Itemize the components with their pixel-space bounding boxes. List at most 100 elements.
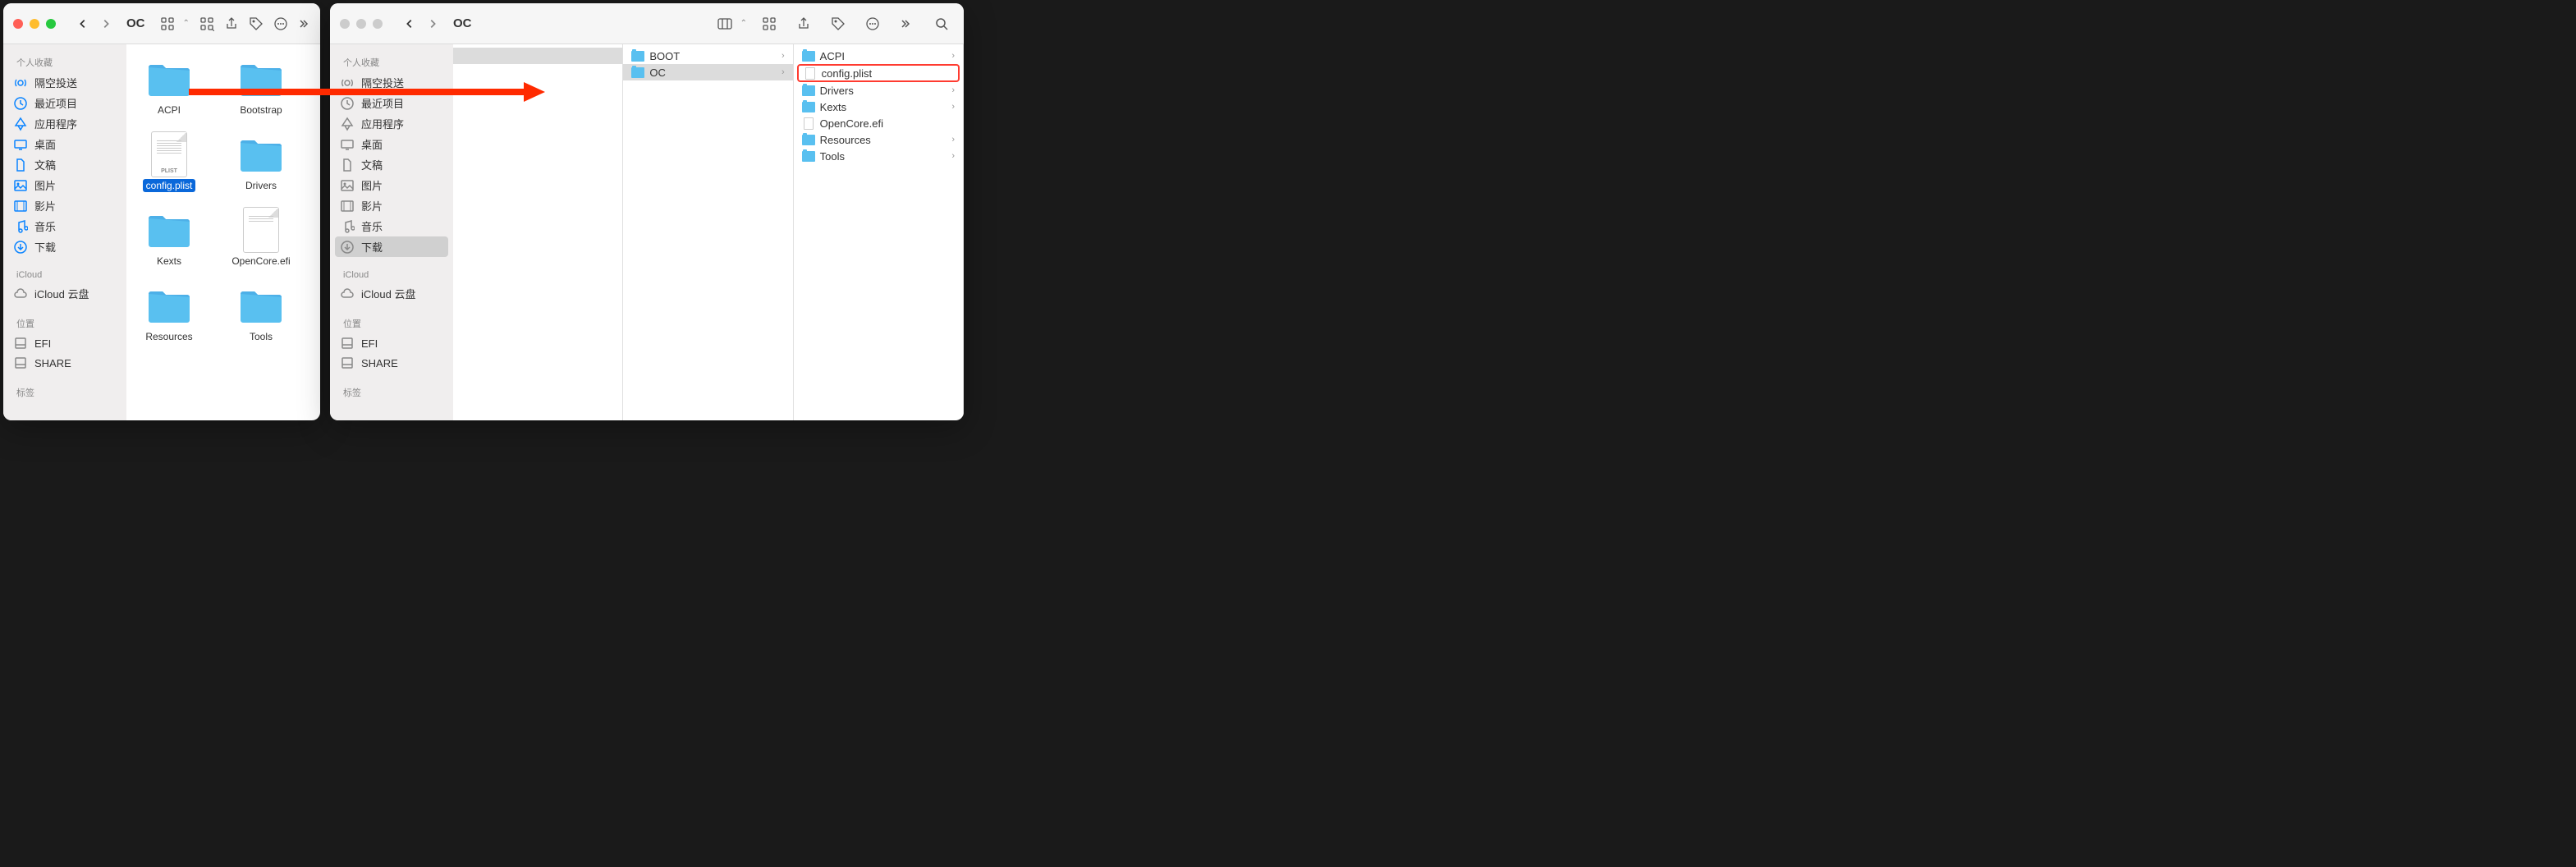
folder-icon: [802, 149, 815, 163]
sidebar-item-label: iCloud 云盘: [34, 286, 89, 301]
apps-icon: [13, 117, 28, 131]
column-item[interactable]: Drivers›: [794, 82, 963, 99]
share-button[interactable]: [791, 13, 816, 34]
sidebar: 个人收藏隔空投送最近项目应用程序桌面文稿图片影片音乐下载iCloudiCloud…: [330, 44, 453, 420]
column-item[interactable]: Tools›: [794, 148, 963, 164]
sidebar-item-cloud[interactable]: iCloud 云盘: [330, 283, 453, 304]
close-button[interactable]: [13, 19, 23, 29]
group-button[interactable]: [199, 13, 214, 34]
sidebar-item-label: EFI: [361, 337, 378, 350]
sidebar-item-music[interactable]: 音乐: [3, 216, 126, 236]
sidebar-item-desktop[interactable]: 桌面: [330, 134, 453, 154]
file-item[interactable]: Bootstrap: [231, 57, 291, 117]
search-button[interactable]: [929, 13, 954, 34]
tags-button[interactable]: [249, 13, 264, 34]
group-button[interactable]: [757, 13, 782, 34]
back-button[interactable]: [72, 13, 94, 34]
sidebar-item-image[interactable]: 图片: [330, 175, 453, 195]
sidebar-item-label: SHARE: [34, 357, 71, 369]
cloud-icon: [13, 287, 28, 301]
sidebar-item-image[interactable]: 图片: [3, 175, 126, 195]
folder-icon: [143, 284, 195, 327]
sidebar-item-label: 隔空投送: [34, 75, 77, 90]
column-item[interactable]: Resources›: [794, 131, 963, 148]
sidebar-item-airdrop[interactable]: 隔空投送: [3, 72, 126, 93]
sidebar-item-music[interactable]: 音乐: [330, 216, 453, 236]
sidebar-item-download[interactable]: 下载: [335, 236, 448, 257]
sidebar-item-document[interactable]: 文稿: [3, 154, 126, 175]
sidebar: 个人收藏隔空投送最近项目应用程序桌面文稿图片影片音乐下载iCloudiCloud…: [3, 44, 126, 420]
music-icon: [13, 219, 28, 234]
apps-icon: [340, 117, 355, 131]
share-button[interactable]: [224, 13, 239, 34]
sidebar-item-label: 音乐: [34, 218, 56, 234]
sidebar-item-label: 图片: [34, 177, 56, 193]
column-item[interactable]: OC›: [623, 64, 792, 80]
column-item[interactable]: OpenCore.efi: [794, 115, 963, 131]
file-label: Bootstrap: [236, 103, 285, 117]
action-button[interactable]: [860, 13, 885, 34]
download-icon: [13, 240, 28, 255]
forward-button[interactable]: [95, 13, 117, 34]
file-item[interactable]: PLISTconfig.plist: [140, 133, 199, 192]
sidebar-item-movie[interactable]: 影片: [330, 195, 453, 216]
sidebar-item-disk[interactable]: SHARE: [3, 353, 126, 373]
column-item[interactable]: ACPI›: [794, 48, 963, 64]
sidebar-item-airdrop[interactable]: 隔空投送: [330, 72, 453, 93]
sidebar-section-header: 标签: [330, 383, 453, 402]
sidebar-item-apps[interactable]: 应用程序: [3, 113, 126, 134]
file-item[interactable]: Kexts: [140, 209, 199, 268]
sidebar-item-disk[interactable]: EFI: [330, 333, 453, 353]
sidebar-item-apps[interactable]: 应用程序: [330, 113, 453, 134]
sidebar-item-disk[interactable]: SHARE: [330, 353, 453, 373]
folder-icon: [631, 49, 644, 62]
sidebar-item-document[interactable]: 文稿: [330, 154, 453, 175]
disk-icon: [340, 356, 355, 370]
file-item[interactable]: OpenCore.efi: [231, 209, 291, 268]
icon-view-button[interactable]: [155, 13, 180, 34]
tags-button[interactable]: [826, 13, 850, 34]
file-item[interactable]: Resources: [140, 284, 199, 343]
movie-icon: [340, 199, 355, 213]
overflow-button[interactable]: [895, 13, 919, 34]
sidebar-item-clock[interactable]: 最近项目: [330, 93, 453, 113]
maximize-button[interactable]: [373, 19, 383, 29]
action-button[interactable]: [273, 13, 288, 34]
folder-icon: [143, 57, 195, 100]
column-view-button[interactable]: [713, 13, 737, 34]
file-label: ACPI: [154, 103, 184, 117]
download-icon: [340, 240, 355, 255]
column-item[interactable]: config.plist: [797, 64, 960, 82]
sidebar-section-header: 个人收藏: [330, 53, 453, 72]
sidebar-section-header: 位置: [330, 314, 453, 333]
column-item-label: config.plist: [822, 67, 872, 80]
sidebar-item-cloud[interactable]: iCloud 云盘: [3, 283, 126, 304]
folder-icon: [802, 133, 815, 146]
disk-icon: [13, 336, 28, 351]
sidebar-item-disk[interactable]: EFI: [3, 333, 126, 353]
sidebar-item-movie[interactable]: 影片: [3, 195, 126, 216]
column-item[interactable]: [453, 48, 622, 64]
file-item[interactable]: Tools: [231, 284, 291, 343]
file-item[interactable]: Drivers: [231, 133, 291, 192]
minimize-button[interactable]: [356, 19, 366, 29]
minimize-button[interactable]: [30, 19, 39, 29]
back-button[interactable]: [399, 13, 420, 34]
disk-icon: [340, 336, 355, 351]
file-item[interactable]: ACPI: [140, 57, 199, 117]
sidebar-item-download[interactable]: 下载: [3, 236, 126, 257]
overflow-button[interactable]: [298, 13, 313, 34]
sidebar-item-desktop[interactable]: 桌面: [3, 134, 126, 154]
column-item[interactable]: BOOT›: [623, 48, 792, 64]
airdrop-icon: [340, 76, 355, 90]
maximize-button[interactable]: [46, 19, 56, 29]
column-item[interactable]: Kexts›: [794, 99, 963, 115]
cloud-icon: [340, 287, 355, 301]
column-item-label: Tools: [820, 150, 845, 163]
column-item-label: Kexts: [820, 101, 847, 113]
icon-view-content: ACPI Bootstrap PLISTconfig.plist Drivers Kex…: [126, 44, 320, 420]
close-button[interactable]: [340, 19, 350, 29]
forward-button[interactable]: [422, 13, 443, 34]
folder-icon: [143, 209, 195, 251]
sidebar-item-clock[interactable]: 最近项目: [3, 93, 126, 113]
